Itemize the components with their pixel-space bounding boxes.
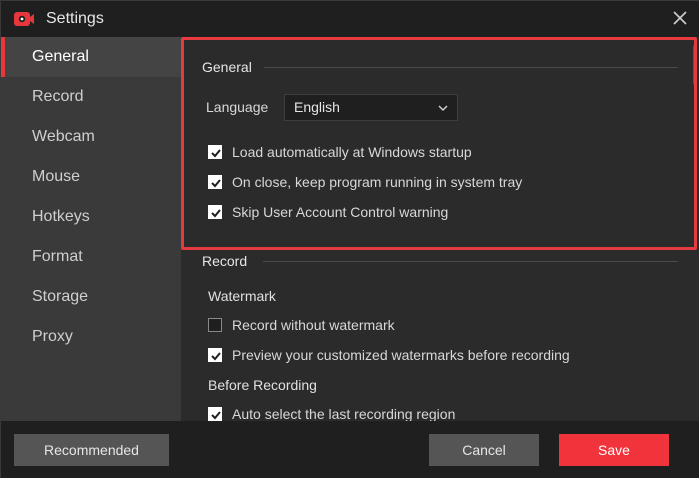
general-divider [264,67,678,68]
scrollbar[interactable] [693,45,697,85]
option-auto-select-last-region[interactable]: Auto select the last recording region [208,404,455,421]
checkbox-record-without-watermark[interactable] [208,318,222,332]
checkbox-auto-select-last-region[interactable] [208,407,222,421]
chevron-down-icon [438,105,448,112]
app-logo-icon [14,12,34,26]
checkmark-icon [211,209,221,218]
checkmark-icon [211,411,221,420]
record-divider [263,261,678,262]
checkmark-icon [211,352,221,361]
settings-content: General Language English Load automatica… [181,37,699,421]
checkbox-preview-watermarks[interactable] [208,348,222,362]
watermark-subtitle: Watermark [208,288,276,304]
checkbox-skip-uac-warning[interactable] [208,205,222,219]
window-title: Settings [46,10,104,27]
option-label: Auto select the last recording region [232,406,456,421]
title-bar: Settings [1,1,699,37]
save-button[interactable]: Save [559,434,669,466]
option-skip-uac-warning[interactable]: Skip User Account Control warning [208,202,448,222]
sidebar-item-proxy[interactable]: Proxy [1,317,181,357]
sidebar-item-storage[interactable]: Storage [1,277,181,317]
language-select-value: English [294,99,340,115]
before-recording-subtitle: Before Recording [208,377,317,393]
language-select[interactable]: English [284,94,458,121]
settings-sidebar: General Record Webcam Mouse Hotkeys Form… [1,37,181,421]
cancel-button[interactable]: Cancel [429,434,539,466]
option-keep-running-in-tray[interactable]: On close, keep program running in system… [208,172,522,192]
option-label: Record without watermark [232,317,395,333]
sidebar-item-mouse[interactable]: Mouse [1,157,181,197]
option-label: Skip User Account Control warning [232,204,449,220]
record-section-title: Record [202,253,248,269]
sidebar-item-record[interactable]: Record [1,77,181,117]
general-section-title: General [202,59,252,75]
checkbox-load-at-startup[interactable] [208,145,222,159]
footer-bar: Recommended Cancel Save [1,421,699,478]
sidebar-item-webcam[interactable]: Webcam [1,117,181,157]
option-label: Load automatically at Windows startup [232,144,472,160]
option-label: On close, keep program running in system… [232,174,523,190]
checkbox-keep-running-in-tray[interactable] [208,175,222,189]
checkmark-icon [211,149,221,158]
language-label: Language [206,99,269,115]
sidebar-item-hotkeys[interactable]: Hotkeys [1,197,181,237]
sidebar-item-general[interactable]: General [1,37,181,77]
option-preview-watermarks[interactable]: Preview your customized watermarks befor… [208,345,570,365]
sidebar-item-format[interactable]: Format [1,237,181,277]
option-label: Preview your customized watermarks befor… [232,347,570,363]
checkmark-icon [211,179,221,188]
option-load-at-startup[interactable]: Load automatically at Windows startup [208,142,472,162]
recommended-button[interactable]: Recommended [14,434,169,466]
settings-window: Settings General Record Webcam Mouse Hot… [0,0,699,478]
option-record-without-watermark[interactable]: Record without watermark [208,315,395,335]
close-icon[interactable] [670,8,690,28]
